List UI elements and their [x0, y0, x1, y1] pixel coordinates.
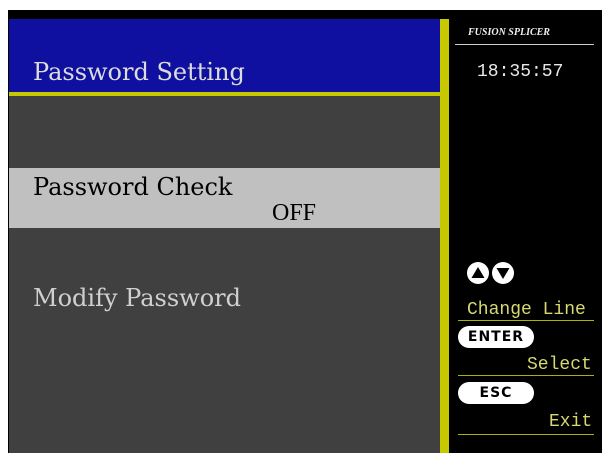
hint-divider [458, 434, 594, 435]
arrow-down-icon[interactable] [492, 262, 514, 284]
enter-key-button[interactable]: ENTER [458, 326, 534, 348]
clock: 18:35:57 [477, 62, 564, 82]
change-line-hint: Change Line [467, 300, 586, 320]
hint-divider [458, 320, 594, 321]
password-check-value: OFF [272, 200, 317, 226]
select-hint: Select [527, 355, 592, 375]
page-title: Password Setting [33, 58, 245, 86]
splicer-screen: Password Setting Password Check OFF Modi… [0, 0, 602, 453]
esc-key-button[interactable]: ESC [458, 382, 534, 404]
menu-item-modify-password[interactable]: Modify Password [33, 284, 241, 312]
brand-divider [455, 44, 594, 45]
arrow-up-icon[interactable] [467, 262, 489, 284]
exit-hint: Exit [549, 412, 593, 432]
brand-label: FUSION SPLICER [468, 27, 550, 38]
header-divider [9, 92, 440, 96]
hint-divider [458, 375, 594, 376]
side-divider [440, 19, 449, 453]
password-check-label: Password Check [33, 173, 233, 201]
